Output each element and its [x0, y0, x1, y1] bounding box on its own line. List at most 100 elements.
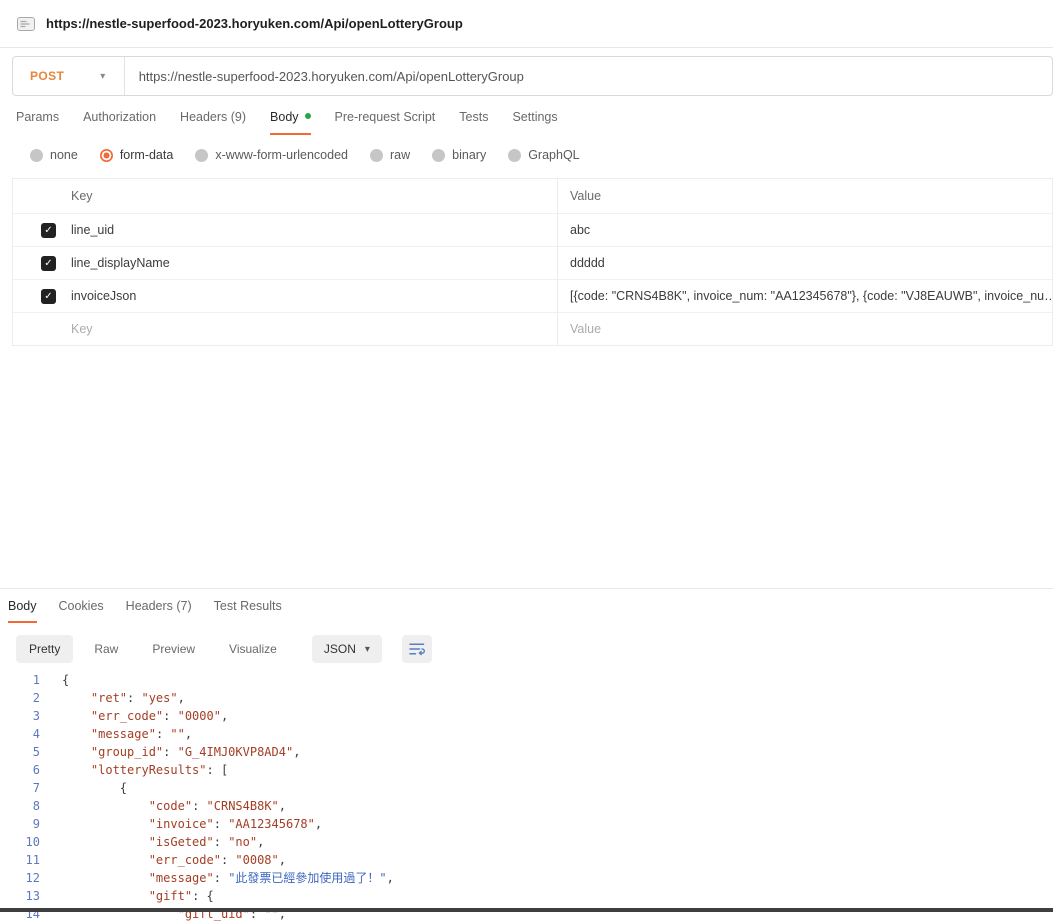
- code-line: 2 "ret": "yes",: [0, 689, 1053, 707]
- code-line: 6 "lotteryResults": [: [0, 761, 1053, 779]
- code-line-content: "code": "CRNS4B8K",: [48, 797, 286, 815]
- code-line: 1{: [0, 671, 1053, 689]
- row-enabled-checkbox[interactable]: ✓: [41, 223, 56, 238]
- radio-selected-icon: [100, 149, 113, 162]
- code-line-content: "isGeted": "no",: [48, 833, 264, 851]
- mode-binary[interactable]: binary: [432, 148, 486, 162]
- key-input-placeholder[interactable]: Key: [71, 322, 93, 336]
- mode-raw[interactable]: raw: [370, 148, 410, 162]
- table-header-row: Key Value: [13, 179, 1052, 213]
- code-line-content: "lotteryResults": [: [48, 761, 228, 779]
- code-line-content: "group_id": "G_4IMJ0KVP8AD4",: [48, 743, 300, 761]
- request-title: https://nestle-superfood-2023.horyuken.c…: [46, 16, 463, 31]
- mode-none[interactable]: none: [30, 148, 78, 162]
- row-enabled-checkbox[interactable]: ✓: [41, 256, 56, 271]
- window-bottom-edge: [0, 908, 1053, 912]
- code-line-content: "err_code": "0008",: [48, 851, 286, 869]
- body-content-dot: [305, 113, 311, 119]
- view-visualize-button[interactable]: Visualize: [216, 635, 290, 663]
- tab-settings[interactable]: Settings: [512, 110, 557, 135]
- mode-form-data[interactable]: form-data: [100, 148, 174, 162]
- response-tab-body[interactable]: Body: [8, 599, 37, 623]
- radio-icon: [370, 149, 383, 162]
- form-data-row: ✓ invoiceJson [{code: "CRNS4B8K", invoice_…: [13, 279, 1052, 312]
- body-mode-options: none form-data x-www-form-urlencoded raw…: [30, 148, 1053, 162]
- mode-x-www-form-urlencoded[interactable]: x-www-form-urlencoded: [195, 148, 348, 162]
- response-tab-cookies[interactable]: Cookies: [59, 599, 104, 623]
- line-number: 4: [0, 725, 48, 743]
- line-number: 6: [0, 761, 48, 779]
- mode-label: none: [50, 148, 78, 162]
- line-number: 8: [0, 797, 48, 815]
- key-column-header: Key: [71, 189, 93, 203]
- response-tabs: Body Cookies Headers (7) Test Results: [0, 588, 1053, 623]
- response-tab-headers[interactable]: Headers (7): [126, 599, 192, 623]
- code-line-content: "ret": "yes",: [48, 689, 185, 707]
- line-number: 1: [0, 671, 48, 689]
- url-input[interactable]: [125, 69, 1052, 84]
- code-line-content: "invoice": "AA12345678",: [48, 815, 322, 833]
- tab-authorization[interactable]: Authorization: [83, 110, 156, 135]
- line-number: 5: [0, 743, 48, 761]
- mode-label: GraphQL: [528, 148, 579, 162]
- tab-params[interactable]: Params: [16, 110, 59, 135]
- tab-body[interactable]: Body: [270, 110, 311, 135]
- request-url-bar: POST ▾: [12, 56, 1053, 96]
- form-data-rows: ✓ line_uid abc ✓ line_displayName ddddd ✓ invoi…: [13, 213, 1052, 312]
- tab-tests[interactable]: Tests: [459, 110, 488, 135]
- empty-area: [0, 346, 1053, 588]
- param-key[interactable]: line_displayName: [71, 256, 170, 270]
- code-line: 11 "err_code": "0008",: [0, 851, 1053, 869]
- code-line-content: "message": "此發票已經參加使用過了！",: [48, 869, 394, 887]
- tab-body-label: Body: [270, 110, 299, 124]
- radio-icon: [195, 149, 208, 162]
- wrap-text-icon: [409, 642, 425, 656]
- response-panel: Body Cookies Headers (7) Test Results Pr…: [0, 588, 1053, 923]
- code-line: 7 {: [0, 779, 1053, 797]
- param-value[interactable]: ddddd: [557, 247, 1052, 279]
- code-line: 3 "err_code": "0000",: [0, 707, 1053, 725]
- mode-label: form-data: [120, 148, 174, 162]
- code-line-content: {: [48, 671, 69, 689]
- form-data-row: ✓ line_displayName ddddd: [13, 246, 1052, 279]
- value-column-header: Value: [557, 179, 1052, 213]
- method-label: POST: [30, 69, 64, 83]
- form-data-table: Key Value ✓ line_uid abc ✓ line_displayName d…: [12, 178, 1053, 346]
- param-value[interactable]: abc: [557, 214, 1052, 246]
- param-value[interactable]: [{code: "CRNS4B8K", invoice_num: "AA1234…: [557, 280, 1052, 312]
- line-number: 2: [0, 689, 48, 707]
- code-editor[interactable]: 1{2 "ret": "yes",3 "err_code": "0000",4 …: [0, 671, 1053, 923]
- code-line: 12 "message": "此發票已經參加使用過了！",: [0, 869, 1053, 887]
- param-key[interactable]: line_uid: [71, 223, 114, 237]
- code-line-content: "err_code": "0000",: [48, 707, 228, 725]
- row-enabled-checkbox[interactable]: ✓: [41, 289, 56, 304]
- value-input-placeholder[interactable]: Value: [557, 313, 1052, 345]
- view-raw-button[interactable]: Raw: [81, 635, 131, 663]
- response-tab-test-results[interactable]: Test Results: [214, 599, 282, 623]
- tab-pre-request-script[interactable]: Pre-request Script: [335, 110, 436, 135]
- mode-graphql[interactable]: GraphQL: [508, 148, 579, 162]
- mode-label: binary: [452, 148, 486, 162]
- tab-headers[interactable]: Headers (9): [180, 110, 246, 135]
- radio-icon: [432, 149, 445, 162]
- wrap-text-button[interactable]: [402, 635, 432, 663]
- format-selector[interactable]: JSON ▾: [312, 635, 382, 663]
- request-tabs: Params Authorization Headers (9) Body Pr…: [16, 110, 1053, 135]
- code-line: 9 "invoice": "AA12345678",: [0, 815, 1053, 833]
- chevron-down-icon: ▾: [100, 71, 105, 82]
- code-line: 8 "code": "CRNS4B8K",: [0, 797, 1053, 815]
- code-line: 10 "isGeted": "no",: [0, 833, 1053, 851]
- code-line: 5 "group_id": "G_4IMJ0KVP8AD4",: [0, 743, 1053, 761]
- line-number: 13: [0, 887, 48, 905]
- line-number: 3: [0, 707, 48, 725]
- view-preview-button[interactable]: Preview: [139, 635, 208, 663]
- radio-icon: [508, 149, 521, 162]
- method-selector[interactable]: POST ▾: [13, 57, 124, 95]
- code-line: 4 "message": "",: [0, 725, 1053, 743]
- line-number: 10: [0, 833, 48, 851]
- code-line-content: "message": "",: [48, 725, 192, 743]
- line-number: 7: [0, 779, 48, 797]
- view-pretty-button[interactable]: Pretty: [16, 635, 73, 663]
- param-key[interactable]: invoiceJson: [71, 289, 136, 303]
- code-line-content: {: [48, 779, 127, 797]
